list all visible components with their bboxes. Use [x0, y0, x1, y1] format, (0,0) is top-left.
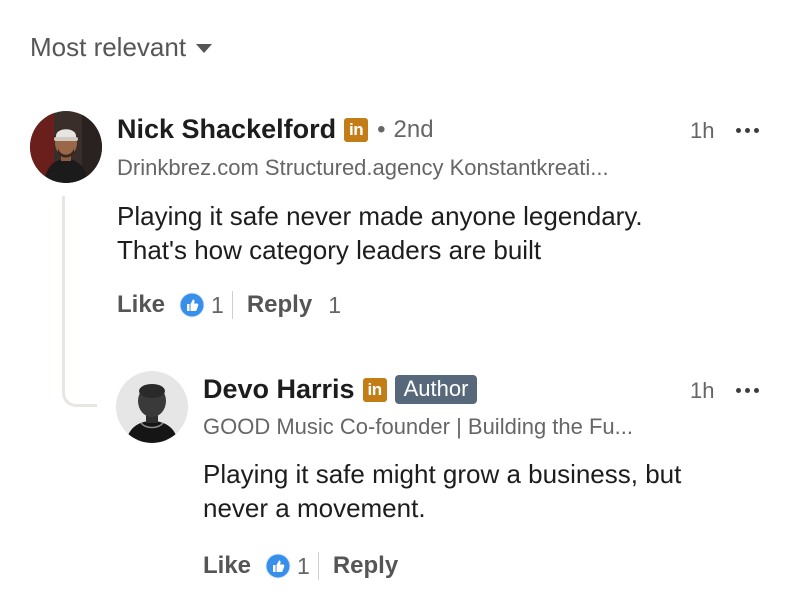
more-options-icon[interactable]	[736, 388, 759, 393]
comment-actions: Like 1 Reply 1	[117, 291, 341, 319]
like-button[interactable]: Like	[203, 552, 251, 580]
comment-text-line: That's how category leaders are built	[117, 235, 542, 265]
comment-author-line: Nick Shackelford in • 2nd	[117, 114, 434, 145]
author-badge: Author	[394, 375, 478, 404]
thumbs-up-reaction-icon[interactable]	[265, 553, 291, 579]
reply-button[interactable]: Reply	[247, 291, 312, 319]
caret-down-icon	[196, 44, 213, 53]
reply-text-line: Playing it safe might grow a business, b…	[203, 459, 682, 489]
more-options-icon[interactable]	[736, 128, 759, 133]
sort-dropdown[interactable]: Most relevant	[30, 32, 213, 63]
reply-author-name[interactable]: Devo Harris	[203, 374, 355, 405]
comment-author-headline: Drinkbrez.com Structured.agency Konstant…	[117, 155, 609, 180]
separator-dot: •	[377, 115, 386, 143]
reply-count[interactable]: 1	[328, 292, 341, 319]
action-divider	[317, 552, 319, 580]
reaction-count[interactable]: 1	[211, 292, 224, 319]
reply-button[interactable]: Reply	[333, 552, 398, 580]
avatar-nick-shackelford[interactable]	[30, 111, 102, 183]
sort-label: Most relevant	[30, 32, 187, 62]
comment-author-name[interactable]: Nick Shackelford	[117, 114, 336, 145]
action-divider	[231, 291, 233, 319]
reply-text-line: never a movement.	[203, 493, 426, 523]
reply-author-line: Devo Harris in Author	[203, 374, 478, 405]
reply-text: Playing it safe might grow a business, b…	[203, 457, 681, 525]
linkedin-icon: in	[344, 117, 369, 142]
thread-connector-line	[62, 196, 97, 407]
linkedin-icon: in	[362, 377, 387, 402]
reply-actions: Like 1 Reply	[203, 552, 398, 580]
avatar-devo-harris[interactable]	[116, 371, 188, 443]
reaction-count[interactable]: 1	[297, 553, 310, 580]
thumbs-up-reaction-icon[interactable]	[179, 292, 205, 318]
comment-timestamp: 1h	[690, 118, 715, 143]
comment-text-line: Playing it safe never made anyone legend…	[117, 201, 643, 231]
reply-timestamp: 1h	[690, 378, 715, 403]
like-button[interactable]: Like	[117, 291, 165, 319]
reply-author-headline: GOOD Music Co-founder | Building the Fu.…	[203, 414, 633, 439]
comments-section: Most relevant Nick Shackelford in • 2nd …	[0, 0, 795, 600]
comment-text: Playing it safe never made anyone legend…	[117, 199, 643, 267]
connection-degree: 2nd	[393, 115, 434, 143]
